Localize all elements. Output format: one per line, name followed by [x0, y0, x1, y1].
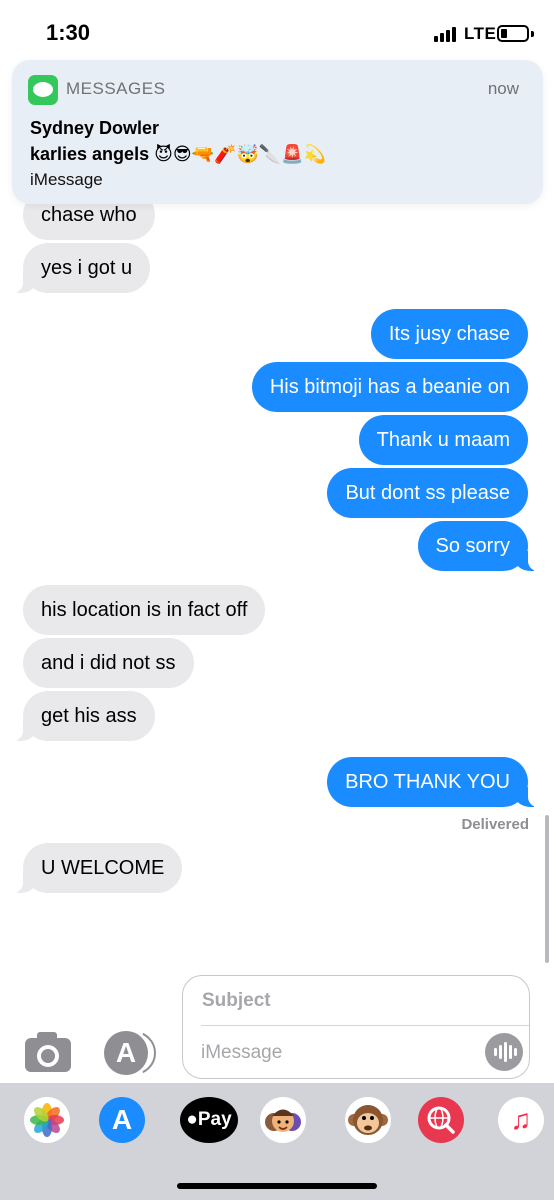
notification-type: iMessage	[30, 170, 103, 189]
message-compose-field[interactable]: Subject iMessage	[182, 975, 530, 1079]
battery-icon	[497, 25, 529, 42]
notification-emoji: 😈😎🔫🧨🤯🔪🚨💫	[154, 144, 327, 164]
battery-cap	[531, 31, 534, 37]
notification-message: karlies angels 😈😎🔫🧨🤯🔪🚨💫	[30, 144, 326, 165]
message-bubble-outgoing[interactable]: Thank u maam	[358, 415, 528, 465]
message-bubble-incoming[interactable]: get his ass	[13, 691, 155, 741]
status-time: 1:30	[46, 20, 91, 45]
message-bubble-outgoing[interactable]: Its jusy chase	[370, 309, 528, 359]
message-bubble-outgoing[interactable]: BRO THANK YOU	[327, 757, 538, 807]
imessage-input[interactable]: iMessage	[201, 1042, 282, 1064]
messages-app-icon	[28, 75, 58, 105]
message-bubble-incoming[interactable]: U WELCOME	[12, 843, 183, 893]
message-bubble-outgoing[interactable]: So sorry	[417, 521, 539, 571]
notification-time: now	[487, 79, 519, 98]
message-bubble-outgoing[interactable]: His bitmoji has a beanie on	[251, 362, 528, 412]
message-bubble-incoming[interactable]: yes i got u	[12, 243, 151, 293]
notification-banner[interactable]: MESSAGES now Sydney Dowler karlies angel…	[12, 60, 543, 204]
scrollbar[interactable]	[545, 815, 549, 963]
notification-sender: Sydney Dowler	[30, 118, 160, 138]
input-divider	[201, 1025, 529, 1026]
animoji-icon[interactable]	[345, 1097, 391, 1143]
photos-icon[interactable]	[24, 1097, 70, 1143]
notification-group-name: karlies angels	[30, 144, 150, 164]
memoji-stickers-icon[interactable]	[260, 1097, 306, 1143]
app-store-icon[interactable]: A	[99, 1097, 145, 1143]
network-type: LTE	[464, 24, 497, 43]
delivered-status: Delivered	[461, 816, 529, 833]
web-search-icon[interactable]	[418, 1097, 464, 1143]
subject-input[interactable]: Subject	[202, 990, 271, 1012]
notification-app-name: MESSAGES	[66, 79, 166, 98]
music-icon[interactable]: ♫	[498, 1097, 544, 1143]
message-bubble-incoming[interactable]: his location is in fact off	[23, 585, 266, 635]
apple-pay-icon[interactable]: ●Pay	[180, 1097, 238, 1143]
home-indicator[interactable]	[177, 1183, 377, 1189]
app-store-button[interactable]: A	[104, 1031, 156, 1075]
app-store-icon: A	[104, 1031, 148, 1075]
status-bar: 1:30 LTE	[0, 0, 554, 60]
message-bubble-incoming[interactable]: and i did not ss	[23, 638, 194, 688]
signal-strength-icon	[434, 26, 460, 42]
message-bubble-outgoing[interactable]: But dont ss please	[327, 468, 528, 518]
camera-button[interactable]	[25, 1032, 71, 1072]
audio-message-button[interactable]	[485, 1033, 523, 1071]
